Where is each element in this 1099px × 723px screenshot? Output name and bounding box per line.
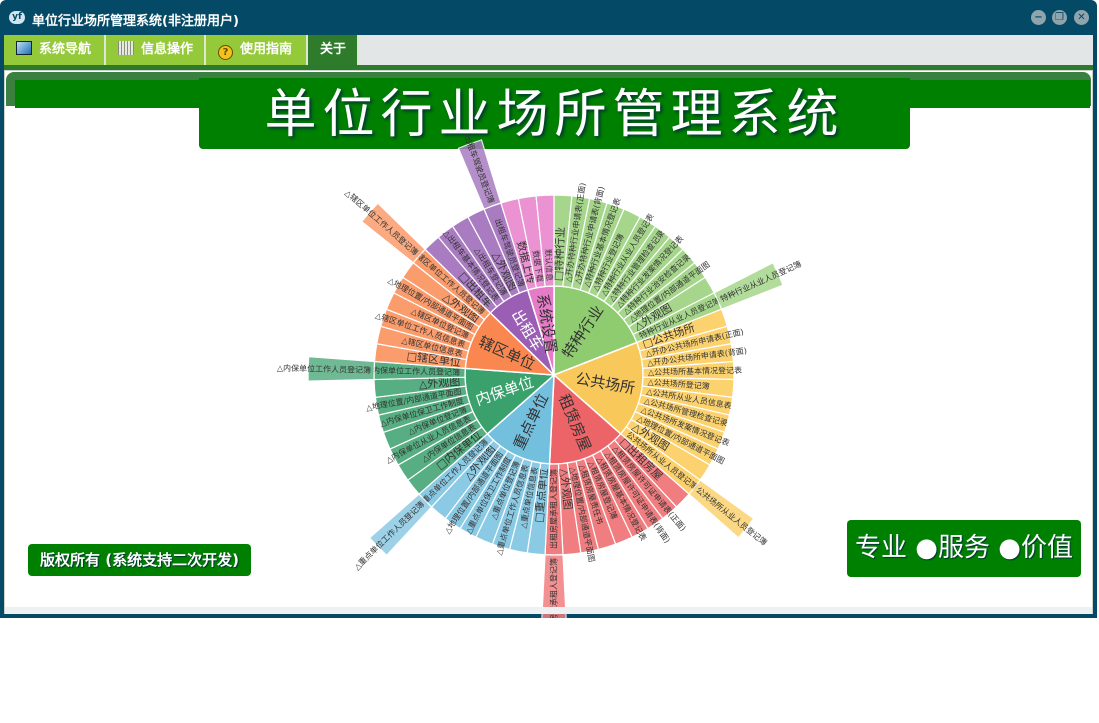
sunburst-ext-label: △辖区单位工作人员登记簿 — [343, 187, 420, 257]
motto-badge: 专业 ●服务 ●价值 — [847, 520, 1081, 577]
sunburst-ext-label: 特种行业从业人员登记簿 — [719, 259, 803, 304]
sunburst-leaf-label: 默认信息 — [543, 249, 555, 281]
app-window: yf 单位行业场所管理系统(非注册用户) − ❐ ✕ 系统导航 信息操作 ? 使用… — [0, 0, 1097, 618]
sunburst-ext-label: △重点单位工作人员登记簿 — [352, 499, 426, 572]
status-strip — [5, 607, 1092, 614]
copyright-badge: 版权所有 (系统支持二次开发) — [28, 544, 251, 576]
sunburst-leaf-label: 出租房屋承租人登记簿 — [549, 469, 559, 549]
sunburst-ext-label: 公共场所从业人员登记簿 — [694, 485, 769, 548]
